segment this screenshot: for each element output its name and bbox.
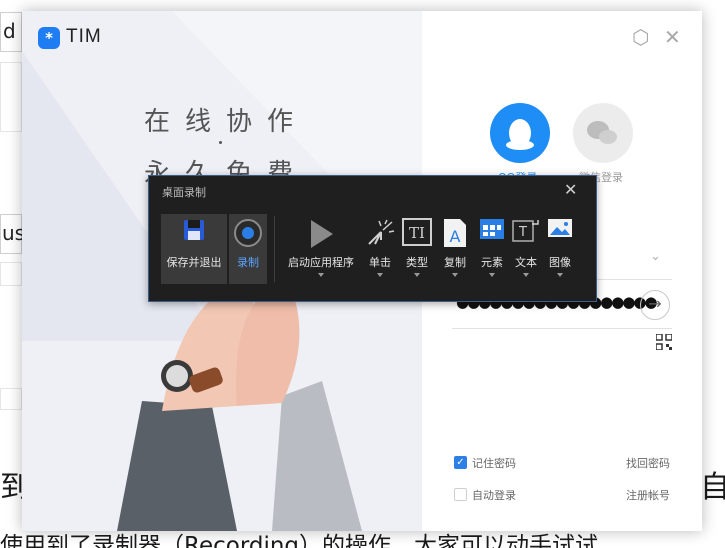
background-field-top-text: d: [3, 19, 16, 43]
play-icon: [311, 220, 333, 248]
background-field-mid: us: [0, 214, 25, 254]
text-icon: T: [512, 220, 539, 242]
background-field-upper: [0, 62, 22, 132]
image-icon: [548, 219, 572, 237]
desktop-recorder-toolbar: 桌面录制 ✕ 保存并退出 录制 启动应用程序 单击 TI 类型 A 复制 元素 …: [148, 175, 597, 302]
toolbar-separator: [274, 216, 275, 282]
wechat-icon: [587, 121, 617, 144]
remember-password-label: 记住密码: [472, 457, 516, 470]
copy-label: 复制: [444, 256, 466, 269]
image-dropdown-icon[interactable]: [557, 273, 563, 277]
text-label: 文本: [515, 256, 537, 269]
settings-icon[interactable]: ⬡: [632, 27, 649, 47]
qr-code-icon[interactable]: [656, 334, 672, 350]
remember-password-checkbox[interactable]: ✓: [454, 456, 467, 469]
recorder-close-icon[interactable]: ✕: [564, 180, 577, 199]
register-link[interactable]: 注册帐号: [626, 487, 670, 503]
copy-button[interactable]: A 复制: [437, 214, 473, 284]
background-field-bottom: [0, 388, 22, 410]
element-label: 元素: [481, 256, 503, 269]
password-underline: [452, 328, 672, 329]
recorder-title: 桌面录制: [162, 186, 206, 199]
svg-text:T: T: [518, 225, 527, 240]
record-label: 录制: [237, 256, 259, 269]
text-dropdown-icon[interactable]: [523, 273, 529, 277]
account-dropdown-icon[interactable]: ⌄: [650, 249, 661, 264]
login-arrow-button[interactable]: →: [640, 290, 670, 320]
type-label: 类型: [406, 256, 428, 269]
save-icon: [184, 220, 204, 240]
element-icon: [480, 219, 504, 239]
find-password-link[interactable]: 找回密码: [626, 455, 670, 471]
click-icon: [368, 219, 395, 245]
record-button[interactable]: 录制: [229, 214, 267, 284]
type-button[interactable]: TI 类型: [399, 214, 435, 284]
type-icon: TI: [402, 218, 432, 246]
close-icon[interactable]: ✕: [664, 27, 681, 47]
wechat-login-avatar[interactable]: [573, 103, 633, 163]
save-exit-label: 保存并退出: [166, 256, 222, 269]
click-label: 单击: [369, 256, 391, 269]
launch-app-button[interactable]: 启动应用程序: [283, 214, 359, 284]
save-exit-button[interactable]: 保存并退出: [161, 214, 227, 284]
image-label: 图像: [549, 256, 571, 269]
auto-login-label: 自动登录: [472, 489, 516, 502]
auto-login-checkbox[interactable]: [454, 488, 467, 501]
background-field-low: [0, 262, 22, 286]
qq-login-avatar[interactable]: [490, 103, 550, 163]
launch-app-dropdown-icon[interactable]: [318, 273, 324, 277]
copy-dropdown-icon[interactable]: [452, 273, 458, 277]
record-icon: [234, 219, 262, 247]
click-button[interactable]: 单击: [361, 214, 399, 284]
copy-icon: A: [444, 219, 466, 247]
element-button[interactable]: 元素: [475, 214, 509, 284]
element-dropdown-icon[interactable]: [489, 273, 495, 277]
click-dropdown-icon[interactable]: [377, 273, 383, 277]
svg-text:TI: TI: [409, 224, 425, 242]
qq-penguin-icon: [506, 119, 534, 150]
background-char-right: 自: [700, 470, 725, 505]
image-button[interactable]: 图像: [543, 214, 577, 284]
background-field-top: d: [0, 12, 22, 52]
type-dropdown-icon[interactable]: [414, 273, 420, 277]
text-button[interactable]: T 文本: [509, 214, 543, 284]
launch-app-label: 启动应用程序: [288, 256, 354, 269]
svg-text:A: A: [450, 227, 461, 246]
